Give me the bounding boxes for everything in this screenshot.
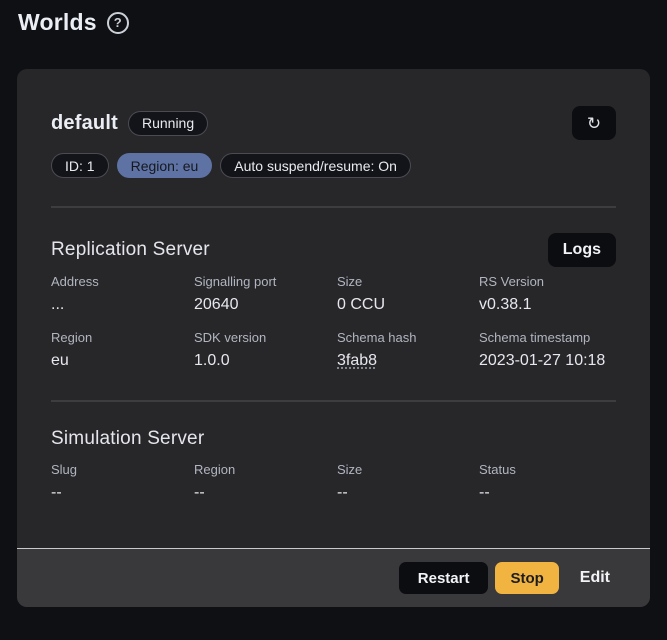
field-schema-timestamp: Schema timestamp 2023-01-27 10:18 [479,330,616,370]
schema-hash-value[interactable]: 3fab8 [337,352,377,370]
field-sim-region: Region -- [194,462,337,502]
world-name: default [51,112,118,135]
refresh-button[interactable]: ↻ [572,106,616,140]
simulation-server-fields: Slug -- Region -- Size -- Status -- [51,462,616,502]
tag-region: Region: eu [117,153,213,178]
field-label: Address [51,274,194,289]
page-header: Worlds ? [0,0,667,36]
field-region: Region eu [51,330,194,370]
field-label: Region [194,462,337,477]
world-card-footer: Restart Stop Edit [17,548,650,607]
field-value: 2023-01-27 10:18 [479,352,616,370]
simulation-server-title: Simulation Server [51,428,204,450]
field-label: Size [337,274,479,289]
logs-button[interactable]: Logs [548,233,616,267]
page-title: Worlds [18,9,97,36]
field-label: SDK version [194,330,337,345]
replication-server-header: Replication Server Logs [51,233,616,267]
field-value: ... [51,296,194,314]
help-icon[interactable]: ? [107,12,129,34]
replication-server-fields: Address ... Signalling port 20640 Size 0… [51,274,616,370]
stop-button[interactable]: Stop [495,562,558,594]
field-label: Status [479,462,616,477]
field-label: Schema hash [337,330,479,345]
field-label: Slug [51,462,194,477]
field-label: RS Version [479,274,616,289]
field-value: v0.38.1 [479,296,616,314]
world-card-header: default Running ↻ [51,106,616,140]
field-sim-size: Size -- [337,462,479,502]
field-sim-status: Status -- [479,462,616,502]
field-value: -- [194,484,337,502]
replication-server-title: Replication Server [51,239,210,261]
field-label: Schema timestamp [479,330,616,345]
field-label: Signalling port [194,274,337,289]
divider-top [51,206,616,208]
field-value: eu [51,352,194,370]
field-value: -- [337,484,479,502]
field-sdk-version: SDK version 1.0.0 [194,330,337,370]
restart-button[interactable]: Restart [399,562,489,594]
tag-auto-suspend: Auto suspend/resume: On [220,153,411,178]
field-value: 20640 [194,296,337,314]
world-card-body: default Running ↻ ID: 1 Region: eu Auto … [17,69,650,502]
field-value: -- [51,484,194,502]
field-size: Size 0 CCU [337,274,479,314]
status-badge: Running [128,111,208,136]
field-slug: Slug -- [51,462,194,502]
field-value: 1.0.0 [194,352,337,370]
simulation-server-header: Simulation Server [51,428,616,450]
refresh-icon: ↻ [587,115,601,132]
field-schema-hash: Schema hash 3fab8 [337,330,479,370]
field-signalling-port: Signalling port 20640 [194,274,337,314]
divider-middle [51,400,616,402]
field-label: Region [51,330,194,345]
field-value: 0 CCU [337,296,479,314]
world-tags: ID: 1 Region: eu Auto suspend/resume: On [51,153,616,178]
field-rs-version: RS Version v0.38.1 [479,274,616,314]
field-value: -- [479,484,616,502]
field-label: Size [337,462,479,477]
world-card: default Running ↻ ID: 1 Region: eu Auto … [17,69,650,607]
field-address: Address ... [51,274,194,314]
edit-button[interactable]: Edit [566,562,624,594]
tag-id: ID: 1 [51,153,109,178]
